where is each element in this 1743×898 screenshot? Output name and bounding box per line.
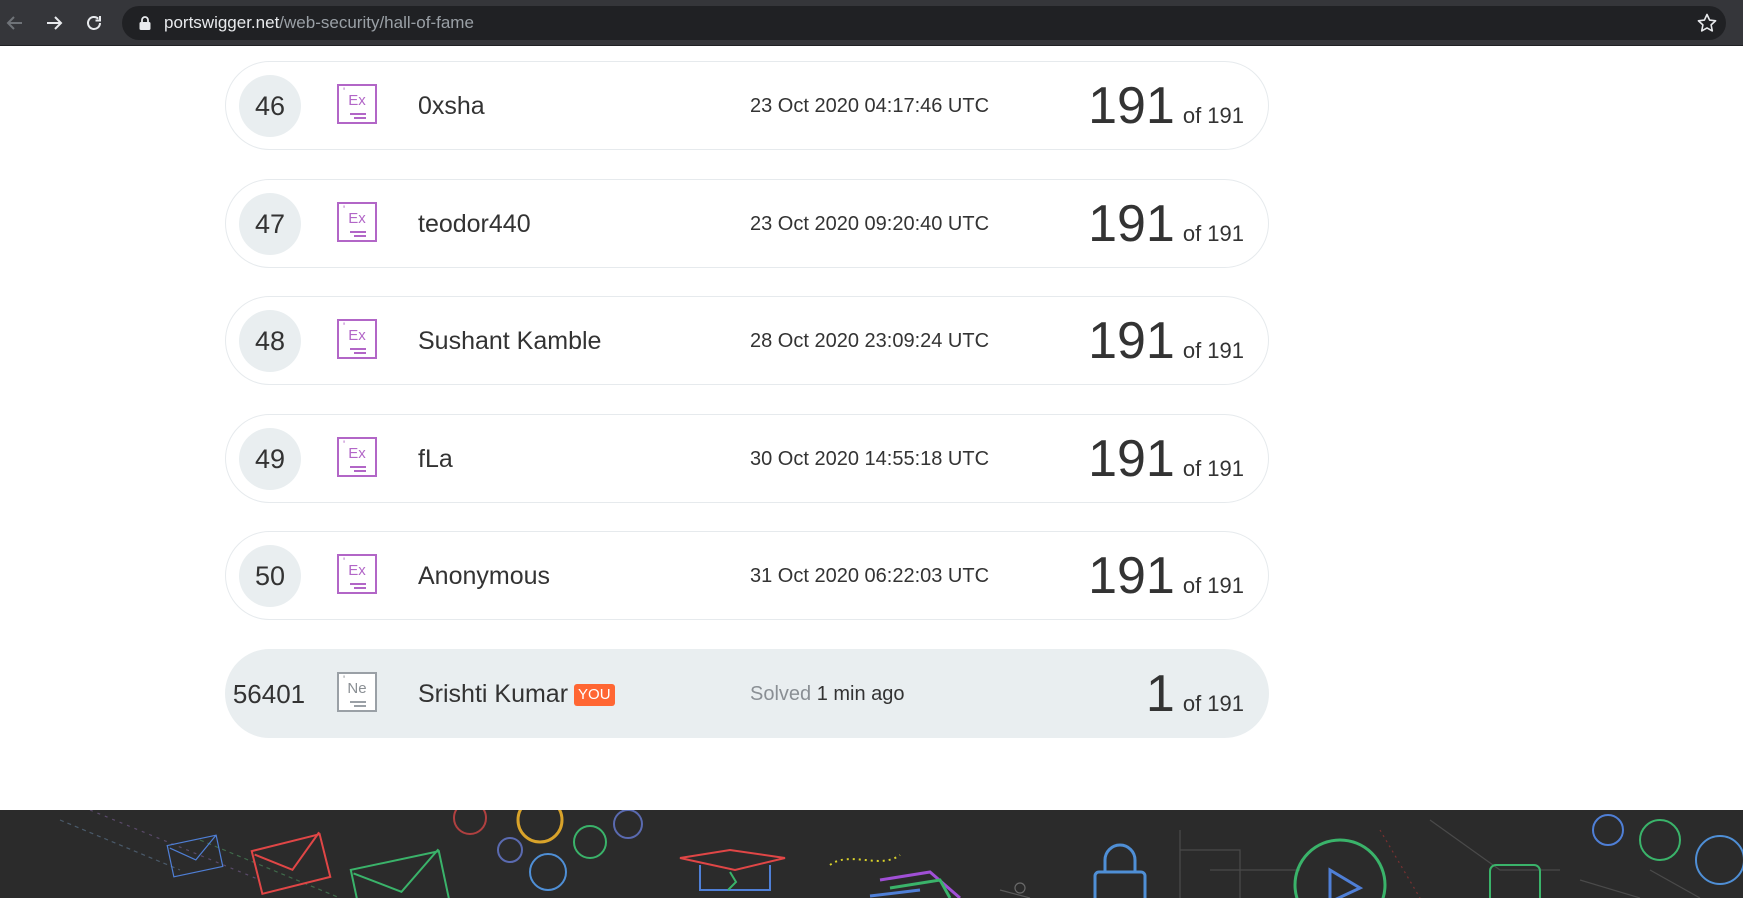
- lock-icon: [139, 16, 151, 30]
- reload-icon: [87, 16, 101, 30]
- score: 1 of 191: [1146, 665, 1244, 723]
- arrow-left-icon: [6, 16, 22, 30]
- expert-badge-icon: ' Ex: [337, 84, 377, 124]
- badge-abbr: Ex: [348, 92, 366, 109]
- user-name-text: Srishti Kumar: [418, 680, 569, 708]
- score: 191 of 191: [1088, 547, 1244, 605]
- expert-badge-icon: ' Ex: [337, 319, 377, 359]
- user-name: teodor440: [418, 210, 531, 238]
- score-value: 1: [1145, 665, 1175, 723]
- completion-date: 30 Oct 2020 14:55:18 UTC: [750, 448, 990, 470]
- score-total: of 191: [1182, 691, 1244, 716]
- url-domain: portswigger.net: [164, 13, 280, 32]
- score: 191 of 191: [1088, 312, 1244, 370]
- back-button[interactable]: [3, 11, 27, 35]
- badge-abbr: Ex: [348, 445, 366, 462]
- you-badge: YOU: [574, 684, 615, 706]
- score-value: 191: [1088, 430, 1175, 488]
- url-path: /web-security/hall-of-fame: [279, 13, 474, 32]
- score-value: 191: [1088, 77, 1175, 135]
- score-value: 191: [1088, 547, 1175, 605]
- novice-badge-icon: ' Ne: [337, 672, 377, 712]
- rank-number: 46: [239, 75, 301, 137]
- forward-button[interactable]: [42, 11, 66, 35]
- url-text: portswigger.net/web-security/hall-of-fam…: [164, 14, 474, 32]
- user-name: Anonymous: [418, 562, 551, 590]
- rank-number: 56401: [232, 678, 306, 709]
- address-bar[interactable]: portswigger.net/web-security/hall-of-fam…: [122, 6, 1726, 40]
- completion-date: 31 Oct 2020 06:22:03 UTC: [750, 565, 990, 587]
- arrow-right-icon: [47, 16, 63, 30]
- solved-time: 1 min ago: [816, 683, 905, 705]
- leaderboard-row: 47 ' Ex teodor440 23 Oct 2020 09:20:40 UT…: [225, 179, 1269, 268]
- badge-abbr: Ne: [347, 680, 367, 697]
- score-value: 191: [1088, 195, 1175, 253]
- user-name: Srishti Kumar YOU: [418, 679, 615, 709]
- badge-abbr: Ex: [348, 210, 366, 227]
- completion-date: 23 Oct 2020 09:20:40 UTC: [750, 213, 990, 235]
- star-icon[interactable]: [1696, 12, 1718, 34]
- expert-badge-icon: ' Ex: [337, 437, 377, 477]
- score-value: 191: [1088, 312, 1175, 370]
- current-user-row: 56401 ' Ne Srishti Kumar YOU Solved 1 min …: [225, 649, 1269, 738]
- solved-label: Solved: [750, 683, 812, 705]
- leaderboard-row: 46 ' Ex 0xsha 23 Oct 2020 04:17:46 UTC 19…: [225, 61, 1269, 150]
- user-name: fLa: [418, 445, 453, 473]
- footer-artwork: [59, 810, 1743, 898]
- rank-number: 47: [239, 193, 301, 255]
- score-total: of 191: [1182, 103, 1244, 128]
- leaderboard-row: 50 ' Ex Anonymous 31 Oct 2020 06:22:03 UT…: [225, 531, 1269, 620]
- leaderboard-row: 49 ' Ex fLa 30 Oct 2020 14:55:18 UTC 191 …: [225, 414, 1269, 503]
- score-total: of 191: [1182, 221, 1244, 246]
- score-total: of 191: [1182, 573, 1244, 598]
- footer-illustration: [0, 810, 1743, 898]
- score-total: of 191: [1182, 338, 1244, 363]
- score: 191 of 191: [1088, 77, 1244, 135]
- expert-badge-icon: ' Ex: [337, 554, 377, 594]
- leaderboard-row: 48 ' Ex Sushant Kamble 28 Oct 2020 23:09:…: [225, 296, 1269, 385]
- score: 191 of 191: [1088, 430, 1244, 488]
- completion-date: 23 Oct 2020 04:17:46 UTC: [750, 95, 990, 117]
- rank-number: 48: [239, 310, 301, 372]
- user-name: 0xsha: [418, 92, 485, 120]
- reload-button[interactable]: [82, 11, 106, 35]
- solved-status: Solved 1 min ago: [750, 682, 905, 706]
- rank-number: 49: [239, 428, 301, 490]
- score: 191 of 191: [1088, 195, 1244, 253]
- badge-abbr: Ex: [348, 327, 366, 344]
- expert-badge-icon: ' Ex: [337, 202, 377, 242]
- badge-abbr: Ex: [348, 562, 366, 579]
- completion-date: 28 Oct 2020 23:09:24 UTC: [750, 330, 990, 352]
- browser-toolbar: portswigger.net/web-security/hall-of-fam…: [0, 0, 1743, 46]
- score-total: of 191: [1182, 456, 1244, 481]
- user-name: Sushant Kamble: [418, 327, 602, 355]
- rank-number: 50: [239, 545, 301, 607]
